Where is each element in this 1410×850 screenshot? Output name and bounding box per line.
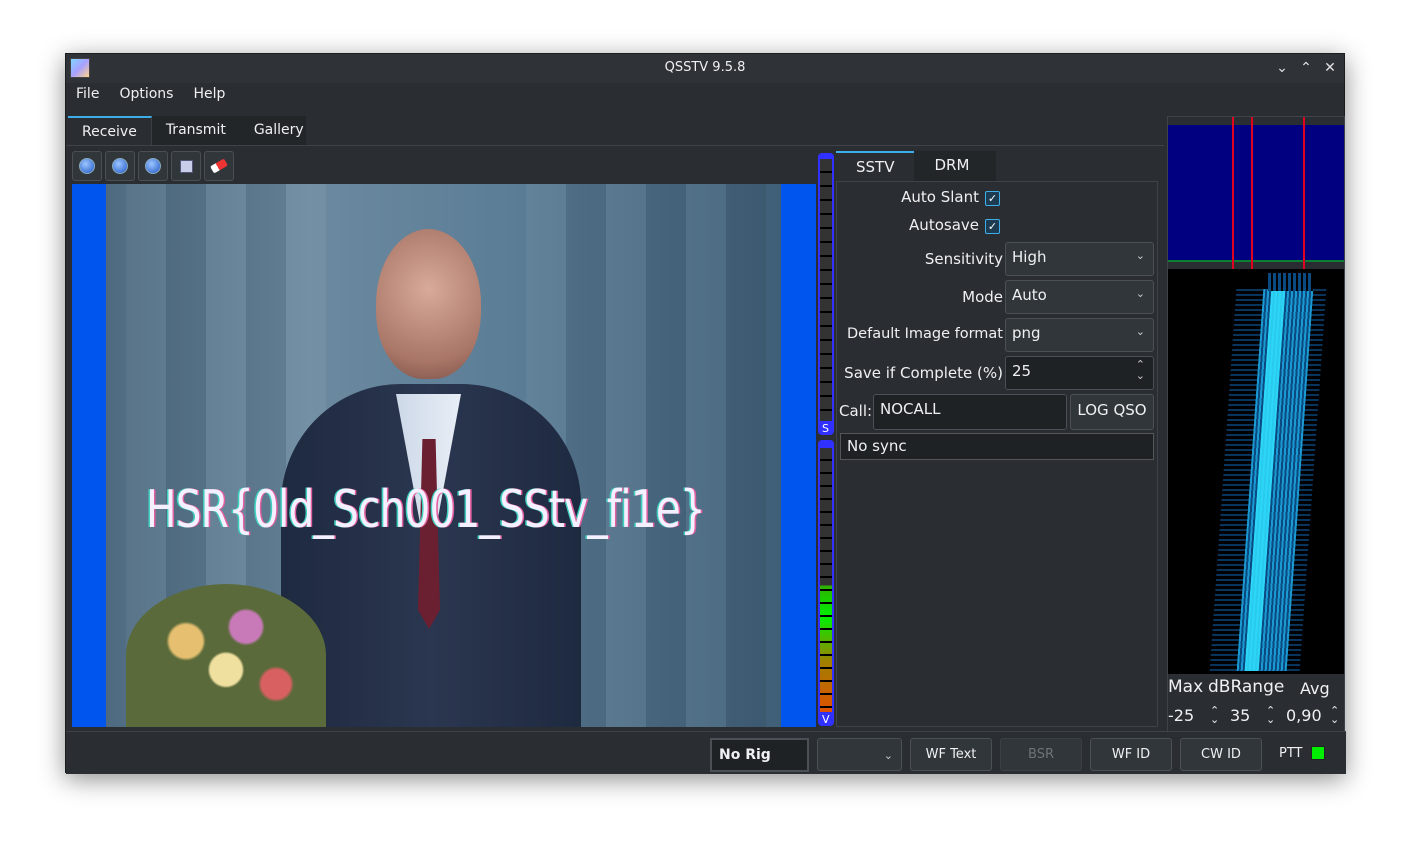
avg-spinbox[interactable]: 0,90 ⌃ ⌄ <box>1286 705 1344 725</box>
max-label: Max <box>1168 677 1204 697</box>
wf-text-button[interactable]: WF Text <box>910 738 992 771</box>
mode-select[interactable]: Auto ⌄ <box>1005 280 1154 314</box>
max-value: -25 <box>1168 706 1195 725</box>
save-complete-value: 25 <box>1012 362 1032 380</box>
sensitivity-value: High <box>1012 248 1047 266</box>
main-window: QSSTV 9.5.8 ⌄ ⌃ ✕ File Options Help Rece… <box>65 53 1346 774</box>
erase-button[interactable] <box>204 151 234 181</box>
marker-line <box>1303 117 1305 269</box>
autosave-checkbox[interactable]: ✓ <box>985 219 1000 234</box>
mode-combo[interactable]: ⌄ <box>817 738 902 771</box>
spin-arrows-icon[interactable]: ⌃ ⌄ <box>1266 705 1275 725</box>
range-value: 35 <box>1230 706 1251 725</box>
auto-slant-checkbox[interactable]: ✓ <box>985 191 1000 206</box>
sensitivity-label: Sensitivity <box>924 250 1003 268</box>
tab-transmit[interactable]: Transmit <box>152 116 240 146</box>
erase-icon <box>210 158 228 174</box>
volume-label: V <box>822 713 830 726</box>
sync-label: S <box>822 422 829 435</box>
image-overlay-text: HSR{0ld_Sch001_SStv_fi1e} <box>146 480 706 540</box>
main-tabs: Receive Transmit Gallery <box>68 116 306 146</box>
chevron-down-icon: ⌄ <box>883 749 893 762</box>
minimize-icon[interactable]: ⌄ <box>1272 58 1292 78</box>
mode-value: Auto <box>1012 286 1047 304</box>
range-spinbox[interactable]: 35 ⌃ ⌄ <box>1230 705 1285 725</box>
menu-options[interactable]: Options <box>119 86 173 102</box>
spectrum-display <box>1168 117 1344 269</box>
waterfall-display[interactable] <box>1168 269 1344 674</box>
ptt-label: PTT <box>1279 746 1303 761</box>
chevron-down-icon: ⌄ <box>1135 249 1145 262</box>
window-title: QSSTV 9.5.8 <box>664 60 746 75</box>
maximize-icon[interactable]: ⌃ <box>1296 58 1316 78</box>
sensitivity-select[interactable]: High ⌄ <box>1005 242 1154 276</box>
chevron-down-icon: ⌄ <box>1135 325 1145 338</box>
save-button[interactable] <box>171 151 201 181</box>
tab-sstv[interactable]: SSTV <box>836 151 915 181</box>
resync-button[interactable] <box>138 151 168 181</box>
close-icon[interactable]: ✕ <box>1320 58 1340 78</box>
menu-help[interactable]: Help <box>193 86 225 102</box>
rig-status: No Rig <box>710 738 809 772</box>
sync-status: No sync <box>840 433 1154 460</box>
format-value: png <box>1012 324 1041 342</box>
menu-bar: File Options Help <box>76 86 225 102</box>
cw-id-button[interactable]: CW ID <box>1180 738 1262 771</box>
stop-icon <box>112 158 128 174</box>
stop-button[interactable] <box>105 151 135 181</box>
chevron-down-icon: ⌄ <box>1135 287 1145 300</box>
max-spinbox[interactable]: -25 ⌃ ⌄ <box>1168 705 1226 725</box>
mode-label: Mode <box>962 288 1003 306</box>
avg-label: Avg <box>1300 679 1330 698</box>
log-qso-button[interactable]: LOG QSO <box>1070 394 1154 430</box>
waterfall-panel: Max dBRange Avg -25 ⌃ ⌄ 35 ⌃ ⌄ 0,90 ⌃ ⌄ <box>1167 116 1345 732</box>
save-complete-label: Save if Complete (%) <box>844 364 1003 382</box>
marker-line <box>1251 117 1253 269</box>
tab-drm[interactable]: DRM <box>914 151 989 181</box>
tab-gallery[interactable]: Gallery <box>240 116 318 146</box>
volume-meter: V <box>818 440 834 726</box>
menu-file[interactable]: File <box>76 86 99 102</box>
save-icon <box>179 159 193 173</box>
wf-id-button[interactable]: WF ID <box>1090 738 1172 771</box>
received-image: HSR{0ld_Sch001_SStv_fi1e} <box>106 184 781 727</box>
format-select[interactable]: png ⌄ <box>1005 318 1154 352</box>
ptt-indicator <box>1311 746 1325 760</box>
title-bar: QSSTV 9.5.8 ⌄ ⌃ ✕ <box>66 54 1344 83</box>
start-button[interactable] <box>72 151 102 181</box>
avg-value: 0,90 <box>1286 706 1322 725</box>
marker-line <box>1232 117 1234 269</box>
sync-meter: S <box>818 153 834 435</box>
autosave-label: Autosave <box>909 216 979 234</box>
tab-receive[interactable]: Receive <box>68 116 152 146</box>
resync-icon <box>145 158 161 174</box>
call-input[interactable]: NOCALL <box>873 394 1067 430</box>
sstv-panel: SSTV DRM Auto Slant ✓ Autosave ✓ Sensiti… <box>836 151 1160 729</box>
call-label: Call: <box>839 402 873 420</box>
spin-arrows-icon[interactable]: ⌃ ⌄ <box>1210 705 1219 725</box>
range-label: dBRange <box>1208 677 1285 697</box>
format-label: Default Image format <box>847 326 1003 342</box>
bsr-button[interactable]: BSR <box>1000 738 1082 771</box>
save-complete-spinbox[interactable]: 25 ⌃ ⌄ <box>1005 356 1154 390</box>
spin-arrows-icon[interactable]: ⌃ ⌄ <box>1330 705 1339 725</box>
vu-meter: S V <box>818 153 834 728</box>
auto-slant-label: Auto Slant <box>901 188 979 206</box>
spin-arrows-icon[interactable]: ⌃ ⌄ <box>1136 359 1145 381</box>
received-image-area: HSR{0ld_Sch001_SStv_fi1e} <box>72 184 816 727</box>
start-icon <box>79 158 95 174</box>
